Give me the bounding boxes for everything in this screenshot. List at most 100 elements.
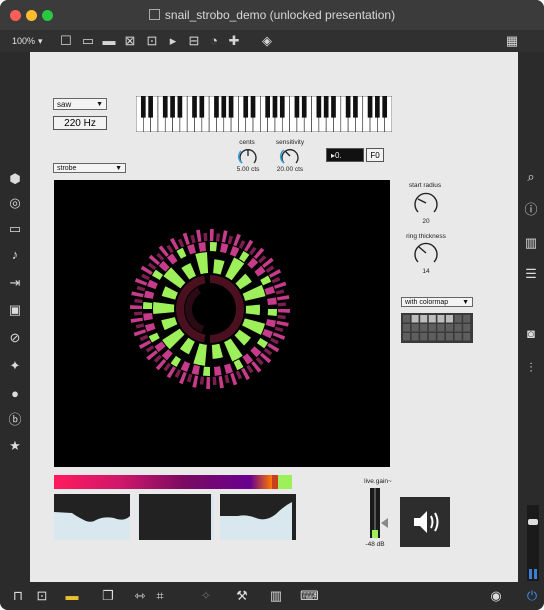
master-level-meter[interactable] bbox=[527, 505, 539, 581]
cents-label: cents bbox=[239, 139, 255, 146]
black-key bbox=[294, 96, 300, 118]
skip-icon[interactable]: ⇥ bbox=[8, 276, 22, 290]
ring-thickness-dial[interactable] bbox=[412, 240, 440, 266]
image-icon[interactable]: ▣ bbox=[8, 303, 22, 317]
paint-bucket-icon[interactable]: ◈ bbox=[259, 33, 275, 49]
outer-tick bbox=[147, 262, 157, 270]
black-key bbox=[272, 96, 278, 118]
matrix-cell bbox=[463, 315, 471, 323]
dial-object-icon[interactable]: ◔ bbox=[206, 33, 222, 49]
comment-bubble-icon[interactable]: ▬ bbox=[64, 588, 80, 603]
b-icon[interactable]: ⓑ bbox=[8, 413, 22, 427]
dac-toggle-button[interactable] bbox=[400, 497, 450, 547]
matrix-cell bbox=[403, 324, 410, 332]
matrix-cell bbox=[463, 324, 471, 332]
matrix-cell bbox=[403, 315, 410, 323]
mixer-icon[interactable]: ⫶ bbox=[524, 361, 538, 375]
ring-thickness-label: ring thickness bbox=[406, 233, 446, 240]
add-icon[interactable]: ✚ bbox=[226, 33, 242, 49]
cents-dial[interactable] bbox=[237, 146, 259, 166]
comment-icon[interactable]: ▬ bbox=[101, 33, 117, 49]
note-number-value: 0. bbox=[335, 151, 342, 160]
gain-track bbox=[374, 488, 376, 530]
outer-tick bbox=[263, 348, 273, 356]
waveform-menu[interactable]: saw ▼ bbox=[53, 98, 107, 110]
number-object-icon[interactable]: ▸ bbox=[165, 33, 181, 49]
plugin-icon[interactable]: ✦ bbox=[8, 359, 22, 373]
layers-icon[interactable]: ❐ bbox=[100, 588, 116, 604]
gain-slider[interactable] bbox=[370, 488, 380, 538]
black-key bbox=[367, 96, 373, 118]
star-icon[interactable]: ★ bbox=[8, 439, 22, 453]
message-icon[interactable]: ▭ bbox=[80, 33, 96, 49]
mid-block bbox=[170, 355, 181, 368]
colormap-menu[interactable]: with colormap ▼ bbox=[401, 297, 473, 307]
play-icon[interactable]: ◉ bbox=[488, 588, 504, 604]
slider-object-icon[interactable]: ⊟ bbox=[186, 33, 202, 49]
note-number-box[interactable]: ▸0. bbox=[326, 148, 364, 162]
outer-tick bbox=[235, 370, 243, 380]
search-icon[interactable]: ⌕ bbox=[524, 170, 538, 184]
gain-value: -48 dB bbox=[365, 541, 385, 548]
outer-tick bbox=[156, 252, 165, 261]
gain-pointer-icon[interactable] bbox=[381, 518, 388, 528]
outer-tick bbox=[179, 371, 187, 385]
black-key bbox=[375, 96, 380, 118]
matrix-cell bbox=[454, 315, 462, 323]
camera-icon[interactable]: ◙ bbox=[524, 327, 538, 341]
mid-block bbox=[176, 247, 187, 259]
zoom-dropdown-icon[interactable]: ▾ bbox=[38, 36, 43, 47]
book-icon[interactable]: ▥ bbox=[524, 236, 538, 250]
mid-block bbox=[158, 260, 170, 272]
piano-icon[interactable]: ▥ bbox=[268, 588, 284, 604]
button-object-icon[interactable]: ⊠ bbox=[122, 33, 138, 49]
inspector-icon[interactable]: ⇿ bbox=[132, 588, 148, 604]
wrench-icon[interactable]: ⚒ bbox=[234, 588, 250, 604]
strobe-tuner-canvas bbox=[130, 229, 290, 389]
meter-knob[interactable] bbox=[528, 519, 538, 525]
inner-green-block bbox=[193, 343, 207, 366]
presentation-icon[interactable]: ⊡ bbox=[34, 588, 50, 604]
outer-tick bbox=[199, 376, 205, 385]
keyboard-icon[interactable]: ⌨ bbox=[300, 588, 319, 604]
music-note-icon[interactable]: ♪ bbox=[8, 248, 22, 262]
piano-keyboard[interactable] bbox=[136, 96, 392, 132]
outer-tick bbox=[134, 311, 143, 316]
badge-icon[interactable]: ● bbox=[8, 387, 22, 401]
sensitivity-label: sensitivity bbox=[275, 139, 305, 146]
outer-tick bbox=[186, 373, 193, 383]
inner-green-block bbox=[235, 273, 252, 290]
grid-icon[interactable]: ▦ bbox=[504, 33, 520, 49]
paperclip-icon[interactable]: ⊘ bbox=[8, 331, 22, 345]
black-key bbox=[316, 96, 322, 118]
black-key bbox=[199, 96, 205, 118]
matrix-cell bbox=[454, 333, 462, 341]
outer-tick bbox=[255, 357, 264, 366]
sensitivity-dial[interactable] bbox=[279, 146, 301, 166]
snap-icon[interactable]: ✧ bbox=[198, 588, 214, 604]
zoom-level[interactable]: 100% bbox=[12, 36, 35, 46]
black-key bbox=[177, 96, 183, 118]
power-icon[interactable]: ⏻ bbox=[524, 588, 540, 604]
lock-icon[interactable]: ⊓ bbox=[10, 588, 26, 604]
new-object-icon[interactable]: ☐ bbox=[58, 33, 74, 49]
inner-green-block bbox=[225, 257, 245, 281]
grid-toggle-icon[interactable]: ⌗ bbox=[152, 588, 168, 604]
list-icon[interactable]: ☰ bbox=[524, 267, 538, 281]
outer-tick bbox=[227, 235, 234, 245]
outer-tick bbox=[276, 295, 290, 301]
film-icon[interactable]: ▭ bbox=[8, 222, 22, 236]
start-radius-dial[interactable] bbox=[412, 190, 440, 216]
outer-tick bbox=[224, 374, 230, 384]
toggle-object-icon[interactable]: ⊡ bbox=[144, 33, 160, 49]
display-mode-value: strobe bbox=[57, 165, 77, 172]
inner-green-block bbox=[234, 329, 251, 346]
cube-icon[interactable]: ⬢ bbox=[8, 172, 22, 186]
info-icon[interactable]: ⓘ bbox=[524, 203, 538, 217]
black-key bbox=[192, 96, 197, 118]
colormap-matrix[interactable] bbox=[401, 313, 473, 343]
outer-tick bbox=[206, 376, 210, 389]
outer-tick bbox=[182, 232, 190, 246]
display-mode-menu[interactable]: strobe ▼ bbox=[53, 163, 126, 173]
target-icon[interactable]: ◎ bbox=[8, 196, 22, 210]
